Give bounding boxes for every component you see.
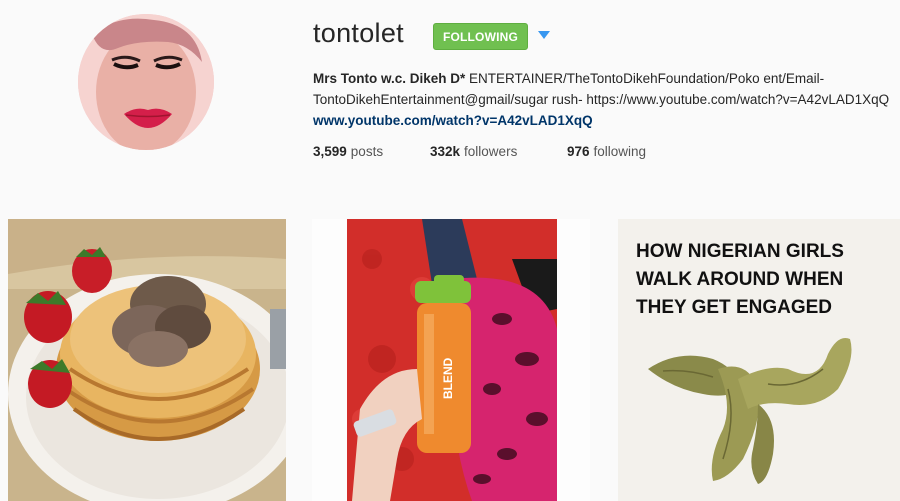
profile-bio: Mrs Tonto w.c. Dikeh D* ENTERTAINER/TheT… [313, 68, 893, 131]
post-tile-pancakes[interactable] [8, 219, 286, 501]
posts-stat: 3,599 posts [313, 144, 383, 159]
chevron-down-icon[interactable] [538, 31, 550, 39]
meme-line-3: THEY GET ENGAGED [636, 297, 832, 318]
following-label: following [593, 144, 647, 159]
following-button[interactable]: FOLLOWING [433, 23, 528, 50]
profile-header: tontolet FOLLOWING Mrs Tonto w.c. Dikeh … [0, 0, 900, 200]
meme-line-2: WALK AROUND WHEN [636, 269, 843, 290]
svg-text:BLEND: BLEND [441, 357, 455, 399]
profile-username: tontolet [313, 18, 404, 48]
bio-link[interactable]: www.youtube.com/watch?v=A42vLAD1XqQ [313, 113, 593, 128]
posts-count: 3,599 [313, 144, 347, 159]
profile-avatar[interactable] [78, 14, 214, 150]
followers-label: followers [464, 144, 518, 159]
post-tile-meme[interactable]: HOW NIGERIAN GIRLS WALK AROUND WHEN THEY… [618, 219, 900, 501]
post-tile-bottle[interactable]: BLEND [312, 219, 590, 501]
bio-name: Mrs Tonto w.c. Dikeh D* [313, 71, 466, 86]
followers-stat[interactable]: 332k followers [430, 144, 517, 159]
followers-count: 332k [430, 144, 461, 159]
meme-line-1: HOW NIGERIAN GIRLS [636, 241, 844, 262]
following-count: 976 [567, 144, 590, 159]
posts-label: posts [350, 144, 384, 159]
following-stat[interactable]: 976 following [567, 144, 646, 159]
